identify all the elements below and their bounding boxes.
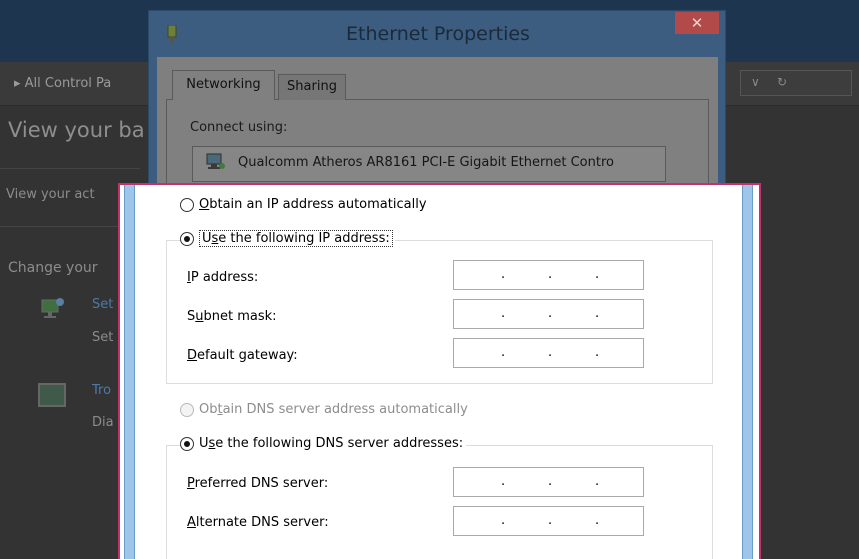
tab-networking[interactable]: Networking bbox=[172, 70, 275, 100]
radio-label: Obtain DNS server address automatically bbox=[199, 402, 468, 417]
background-link-desc: Set bbox=[92, 330, 114, 345]
chevron-down-icon[interactable]: ∨ bbox=[751, 75, 760, 89]
address-path[interactable]: ▸ All Control Pa bbox=[14, 76, 111, 91]
close-button[interactable]: ✕ bbox=[675, 12, 719, 34]
radio-label: Use the following DNS server addresses: bbox=[199, 436, 464, 451]
subnet-mask-input[interactable]: ... bbox=[453, 299, 644, 329]
network-setup-icon bbox=[41, 298, 64, 318]
preferred-dns-input[interactable]: ... bbox=[453, 467, 644, 497]
radio-obtain-dns-auto[interactable]: Obtain DNS server address automatically bbox=[180, 402, 468, 417]
background-link-desc: Dia bbox=[92, 415, 114, 430]
ip-address-label: IP address: bbox=[187, 270, 259, 285]
troubleshoot-icon bbox=[38, 383, 66, 407]
address-controls: ∨ ↻ bbox=[740, 70, 852, 96]
subnet-mask-label: Subnet mask: bbox=[187, 309, 277, 324]
alternate-dns-label: Alternate DNS server: bbox=[187, 515, 329, 530]
refresh-icon[interactable]: ↻ bbox=[777, 75, 787, 89]
window-edge-right bbox=[742, 185, 753, 559]
adapter-name: Qualcomm Atheros AR8161 PCI-E Gigabit Et… bbox=[238, 155, 614, 170]
default-gateway-input[interactable]: ... bbox=[453, 338, 644, 368]
radio-button[interactable] bbox=[180, 436, 194, 451]
background-section-label: View your act bbox=[6, 187, 95, 202]
preferred-dns-label: Preferred DNS server: bbox=[187, 476, 329, 491]
default-gateway-label: Default gateway: bbox=[187, 348, 298, 363]
background-section-label: Change your bbox=[8, 260, 98, 276]
dialog-title: Ethernet Properties bbox=[346, 23, 530, 45]
tab-sharing[interactable]: Sharing bbox=[278, 74, 346, 100]
background-link[interactable]: Tro bbox=[92, 383, 111, 398]
radio-use-following-ip[interactable]: Use the following IP address: bbox=[180, 230, 395, 247]
radio-label: Use the following IP address: bbox=[199, 230, 393, 247]
radio-button[interactable] bbox=[180, 231, 194, 246]
radio-label: Obtain an IP address automatically bbox=[199, 197, 427, 212]
radio-button[interactable] bbox=[180, 402, 194, 417]
ipv4-properties-panel: Obtain an IP address automatically Use t… bbox=[118, 183, 761, 559]
background-heading: View your ba bbox=[8, 118, 145, 142]
network-card-icon bbox=[206, 153, 225, 169]
connect-using-label: Connect using: bbox=[190, 120, 288, 135]
divider bbox=[0, 168, 140, 169]
dns-server-group bbox=[166, 445, 713, 559]
radio-obtain-ip-auto[interactable]: Obtain an IP address automatically bbox=[180, 197, 427, 212]
background-link[interactable]: Set bbox=[92, 297, 113, 312]
radio-use-following-dns[interactable]: Use the following DNS server addresses: bbox=[180, 436, 467, 451]
ip-address-input[interactable]: ... bbox=[453, 260, 644, 290]
radio-button[interactable] bbox=[180, 197, 194, 212]
window-edge-left bbox=[124, 185, 135, 559]
close-icon: ✕ bbox=[690, 14, 704, 32]
alternate-dns-input[interactable]: ... bbox=[453, 506, 644, 536]
